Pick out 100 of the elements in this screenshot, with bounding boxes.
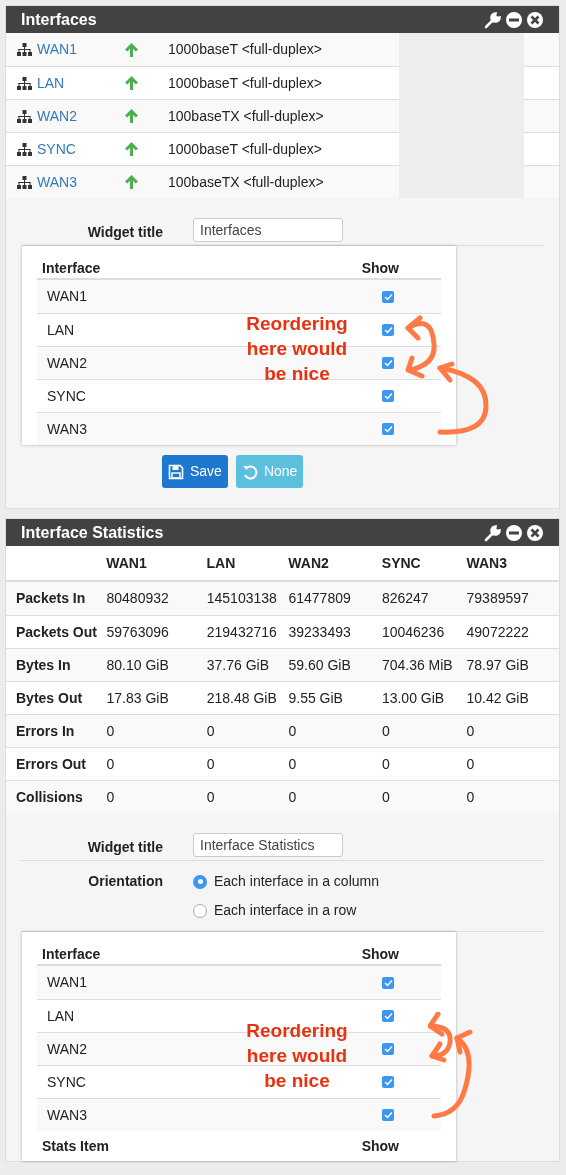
table-cell: 49072222 bbox=[466, 623, 529, 640]
interface-link[interactable]: SYNC bbox=[37, 138, 76, 160]
annotation-text: Reordering here would be nice bbox=[245, 312, 349, 386]
media-text: 1000baseT <full-duplex> bbox=[168, 40, 322, 59]
table-cell: 0 bbox=[466, 755, 475, 772]
field-label: Widget title bbox=[86, 223, 164, 242]
table-cell: 80.10 GiB bbox=[106, 656, 169, 673]
interface-link[interactable]: WAN1 bbox=[37, 39, 77, 60]
table-cell: 79389597 bbox=[466, 590, 529, 606]
interface-name: WAN1 bbox=[47, 973, 87, 992]
interface-name: LAN bbox=[47, 1006, 75, 1026]
table-cell: 78.97 GiB bbox=[466, 656, 529, 673]
table-cell: 0 bbox=[206, 788, 215, 805]
media-text: 1000baseT <full-duplex> bbox=[168, 139, 322, 159]
network-icon bbox=[17, 109, 32, 123]
field-label: Orientation bbox=[87, 872, 164, 891]
media-text: 100baseTX <full-duplex> bbox=[168, 172, 324, 192]
show-checkbox[interactable] bbox=[382, 423, 394, 435]
interface-name: WAN3 bbox=[47, 419, 87, 439]
close-icon[interactable] bbox=[526, 10, 544, 29]
show-checkbox[interactable] bbox=[382, 324, 394, 336]
table-cell: 9.55 GiB bbox=[288, 689, 343, 706]
table-cell: 39233493 bbox=[288, 623, 351, 640]
column-header: Show bbox=[361, 1136, 399, 1156]
column-header: LAN bbox=[206, 554, 236, 571]
interface-link[interactable]: WAN2 bbox=[37, 105, 77, 127]
table-cell: 0 bbox=[206, 755, 215, 772]
column-header: WAN2 bbox=[288, 554, 329, 571]
media-text: 100baseTX <full-duplex> bbox=[168, 106, 324, 126]
interface-name: WAN2 bbox=[47, 353, 87, 373]
undo-icon bbox=[241, 463, 258, 480]
table-cell: 0 bbox=[288, 722, 297, 739]
show-checkbox[interactable] bbox=[382, 1109, 394, 1121]
widget-title-field[interactable]: Interfaces bbox=[193, 217, 343, 242]
media-text: 1000baseT <full-duplex> bbox=[168, 73, 322, 93]
row-label: Collisions bbox=[16, 788, 83, 805]
table-cell: 0 bbox=[381, 722, 390, 739]
table-cell: 0 bbox=[106, 788, 115, 805]
row-label: Packets In bbox=[16, 590, 86, 606]
show-checkbox[interactable] bbox=[382, 290, 394, 303]
table-cell: 10046236 bbox=[381, 623, 445, 640]
interface-name: WAN3 bbox=[47, 1105, 87, 1125]
network-icon bbox=[17, 43, 32, 56]
network-icon bbox=[17, 76, 32, 90]
table-cell: 0 bbox=[466, 722, 475, 739]
table-cell: 37.76 GiB bbox=[206, 656, 269, 673]
table-cell: 219432716 bbox=[206, 623, 277, 640]
wrench-icon[interactable] bbox=[484, 523, 502, 542]
show-checkbox[interactable] bbox=[382, 976, 394, 989]
table-cell: 0 bbox=[206, 722, 215, 739]
column-header: Interface bbox=[42, 258, 101, 278]
widget-title: Interfaces bbox=[21, 9, 97, 30]
widget-title-field[interactable]: Interface Statistics bbox=[193, 832, 343, 857]
column-header: WAN1 bbox=[106, 554, 147, 571]
interface-link[interactable]: LAN bbox=[37, 72, 65, 94]
interface-name: WAN1 bbox=[47, 287, 87, 306]
interface-name: SYNC bbox=[47, 1072, 86, 1092]
table-cell: 0 bbox=[381, 788, 390, 805]
close-icon[interactable] bbox=[526, 523, 544, 542]
table-cell: 0 bbox=[466, 788, 475, 805]
interface-name: LAN bbox=[47, 320, 75, 340]
table-cell: 59.60 GiB bbox=[288, 656, 351, 673]
interface-name: SYNC bbox=[47, 386, 86, 406]
table-cell: 17.83 GiB bbox=[106, 689, 169, 706]
orientation-radio[interactable]: Each interface in a column bbox=[193, 871, 379, 892]
column-header: SYNC bbox=[381, 554, 421, 571]
table-cell: 13.00 GiB bbox=[381, 689, 445, 706]
annotation-text: Reordering here would be nice bbox=[245, 1019, 349, 1093]
save-button[interactable]: Save bbox=[162, 455, 228, 488]
interface-name: WAN2 bbox=[47, 1039, 87, 1059]
widget-title: Interface Statistics bbox=[21, 522, 164, 543]
table-cell: 80480932 bbox=[106, 590, 169, 606]
table-cell: 145103138 bbox=[206, 590, 277, 606]
table-cell: 0 bbox=[288, 755, 297, 772]
show-checkbox[interactable] bbox=[382, 390, 394, 402]
wrench-icon[interactable] bbox=[484, 10, 502, 29]
row-label: Errors In bbox=[16, 722, 75, 739]
network-icon bbox=[17, 175, 32, 189]
interface-link[interactable]: WAN3 bbox=[37, 171, 77, 193]
table-cell: 59763096 bbox=[106, 623, 169, 640]
column-header: Interface bbox=[42, 944, 101, 964]
row-label: Packets Out bbox=[16, 623, 97, 640]
column-header: WAN3 bbox=[466, 554, 507, 571]
table-cell: 0 bbox=[106, 722, 115, 739]
table-cell: 0 bbox=[381, 755, 390, 772]
row-label: Errors Out bbox=[16, 755, 86, 772]
row-label: Bytes In bbox=[16, 656, 71, 673]
show-checkbox[interactable] bbox=[382, 1043, 394, 1055]
row-label: Bytes Out bbox=[16, 689, 83, 706]
show-checkbox[interactable] bbox=[382, 357, 394, 369]
show-checkbox[interactable] bbox=[382, 1010, 394, 1022]
table-cell: 10.42 GiB bbox=[466, 689, 529, 706]
table-cell: 826247 bbox=[381, 590, 429, 606]
minimize-icon[interactable] bbox=[505, 523, 523, 542]
show-checkbox[interactable] bbox=[382, 1076, 394, 1088]
field-label: Widget title bbox=[86, 838, 164, 857]
table-cell: 0 bbox=[106, 755, 115, 772]
minimize-icon[interactable] bbox=[505, 10, 523, 29]
orientation-radio[interactable]: Each interface in a row bbox=[193, 900, 379, 921]
column-header: Stats Item bbox=[42, 1136, 109, 1156]
